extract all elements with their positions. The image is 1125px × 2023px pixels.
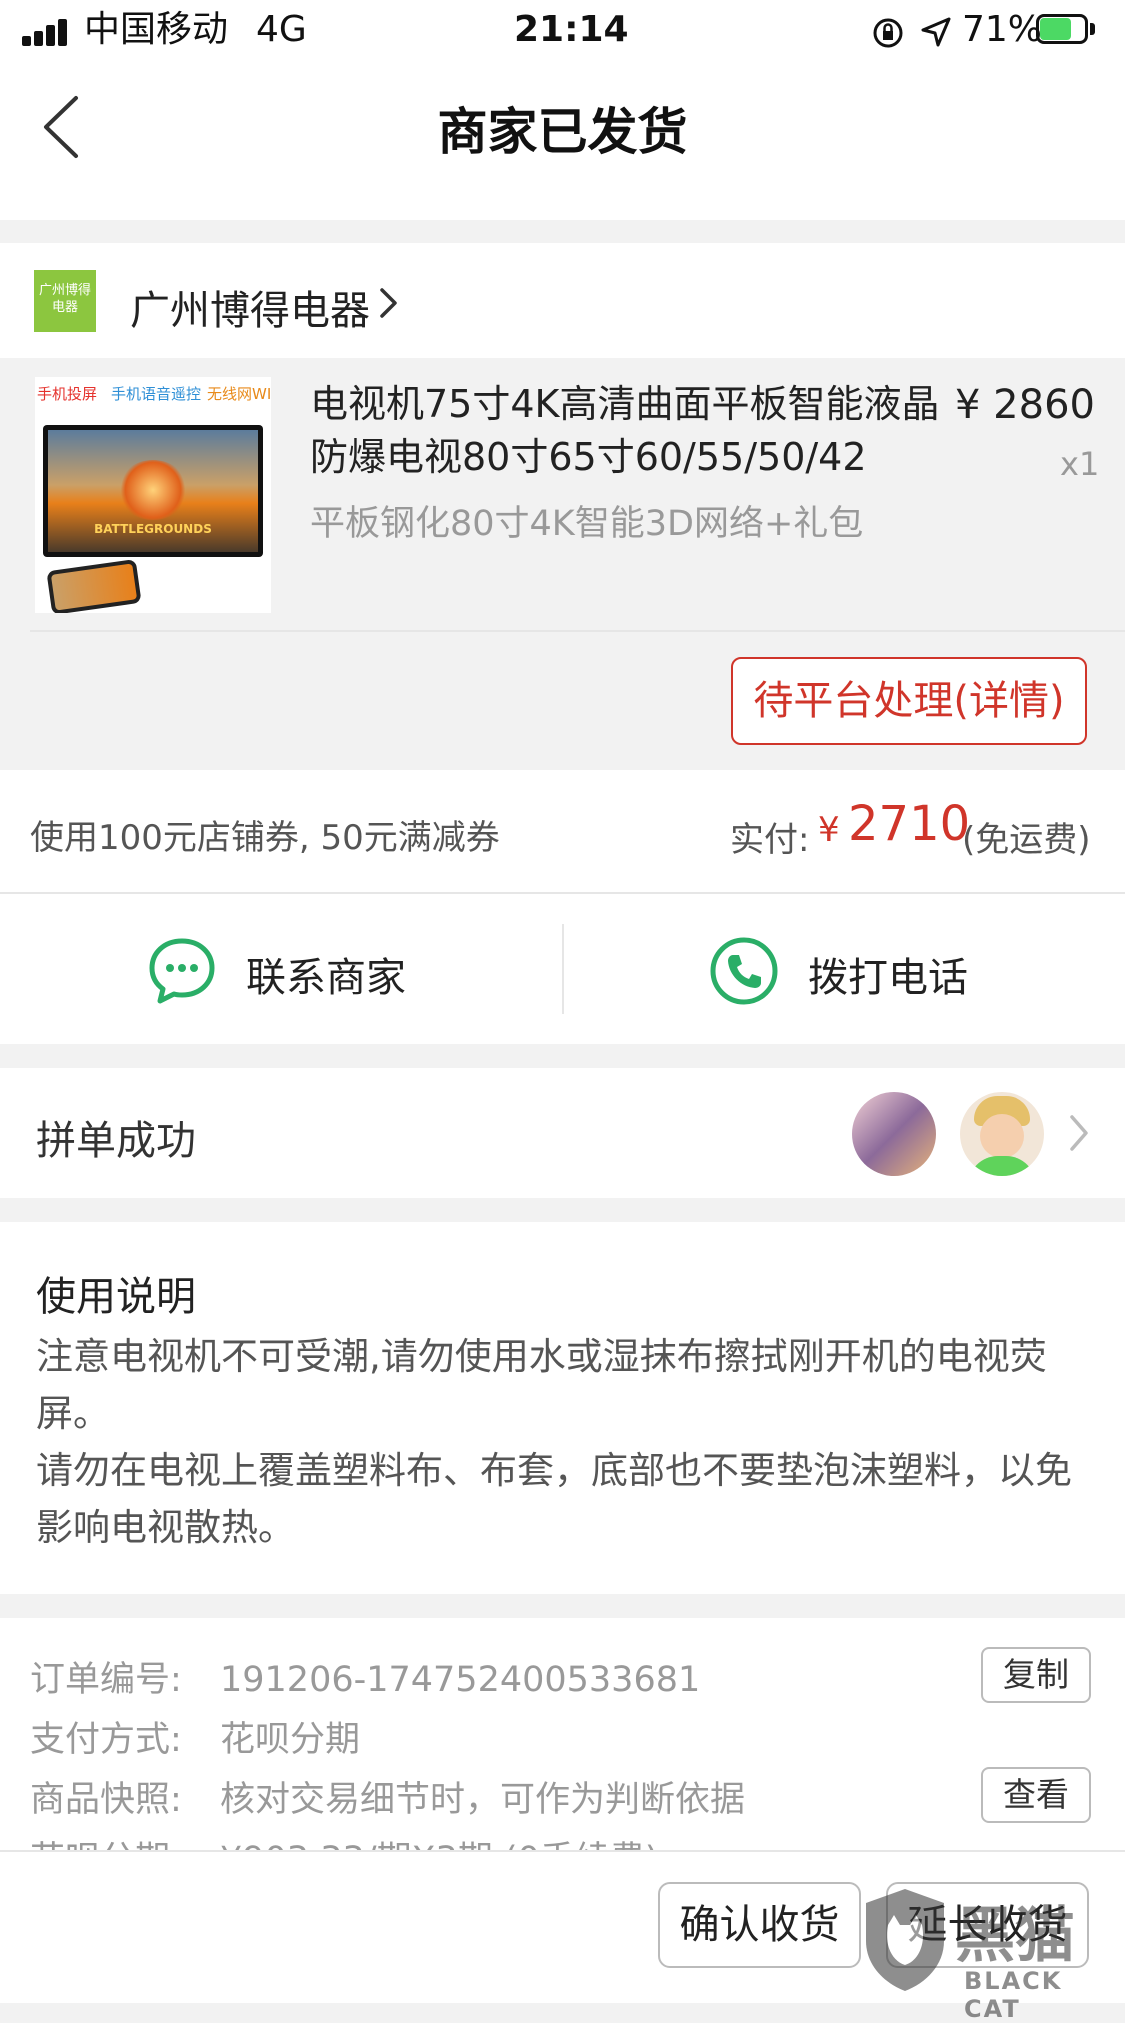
status-detail-button[interactable]: 待平台处理(详情) bbox=[731, 657, 1087, 745]
instructions-body: 注意电视机不可受潮,请勿使用水或湿抹布擦拭刚开机的电视荧屏。 请勿在电视上覆盖塑… bbox=[36, 1328, 1096, 1556]
battery-percent: 71% bbox=[962, 9, 1043, 50]
tv-frame: BATTLEGROUNDS bbox=[43, 425, 263, 557]
product-title[interactable]: 电视机75寸4K高清曲面平板智能液晶防爆电视80寸65寸60/55/50/42 bbox=[310, 378, 950, 484]
chevron-right-icon bbox=[1070, 1115, 1088, 1151]
product-price: ¥ 2860 bbox=[955, 382, 1095, 428]
battery-icon bbox=[1036, 14, 1096, 46]
contact-merchant-label: 联系商家 bbox=[246, 955, 406, 1001]
product-quantity: x1 bbox=[1060, 445, 1100, 483]
thumb-tag: 无线网WIFI bbox=[207, 385, 271, 403]
instructions-title: 使用说明 bbox=[36, 1274, 196, 1320]
payment-method-row: 支付方式: 花呗分期 bbox=[30, 1711, 360, 1762]
paid-amount: 2710 bbox=[848, 796, 971, 852]
group-success-label: 拼单成功 bbox=[36, 1118, 196, 1164]
shop-name[interactable]: 广州博得电器 bbox=[130, 278, 370, 336]
copy-button[interactable]: 复制 bbox=[981, 1647, 1091, 1703]
product-thumbnail[interactable]: 手机投屏 手机语音遥控 无线网WIFI BATTLEGROUNDS bbox=[35, 377, 271, 613]
instruction-line: 请勿在电视上覆盖塑料布、布套，底部也不要垫泡沫塑料，以免影响电视散热。 bbox=[36, 1449, 1072, 1549]
snapshot-text: 核对交易细节时，可作为判断依据 bbox=[220, 1780, 746, 1820]
network-type: 4G bbox=[256, 9, 307, 50]
divider bbox=[30, 630, 1125, 632]
product-spec: 平板钢化80寸4K智能3D网络+礼包 bbox=[310, 504, 864, 544]
payment-method: 花呗分期 bbox=[220, 1720, 361, 1760]
thumb-tag: 手机投屏 bbox=[37, 385, 98, 403]
page-title: 商家已发货 bbox=[437, 103, 688, 161]
thumb-tag: 手机语音遥控 bbox=[111, 385, 202, 403]
confirm-receipt-button[interactable]: 确认收货 bbox=[658, 1882, 861, 1968]
rotation-lock-icon bbox=[873, 18, 903, 48]
avatar[interactable] bbox=[960, 1092, 1044, 1176]
view-snapshot-button[interactable]: 查看 bbox=[981, 1767, 1091, 1823]
paid-currency: ¥ bbox=[818, 810, 840, 850]
clock: 21:14 bbox=[514, 9, 629, 50]
instruction-line: 注意电视机不可受潮,请勿使用水或湿抹布擦拭刚开机的电视荧屏。 bbox=[36, 1335, 1047, 1435]
order-number-label: 订单编号: bbox=[30, 1660, 182, 1700]
chat-bubble-icon bbox=[149, 938, 215, 1004]
call-phone-label: 拨打电话 bbox=[808, 955, 968, 1001]
location-arrow-icon bbox=[921, 17, 951, 47]
tv-screen: BATTLEGROUNDS bbox=[48, 430, 258, 552]
phone-in-hand bbox=[46, 558, 142, 613]
snapshot-row: 商品快照: 核对交易细节时，可作为判断依据 bbox=[30, 1771, 745, 1822]
shipping-note: (免运费) bbox=[962, 820, 1091, 860]
paid-label: 实付: bbox=[730, 820, 810, 860]
thumb-game-title: BATTLEGROUNDS bbox=[94, 522, 212, 536]
carrier-name: 中国移动 bbox=[84, 9, 229, 50]
avatar[interactable] bbox=[852, 1092, 936, 1176]
coupon-text: 使用100元店铺券, 50元满减券 bbox=[30, 818, 500, 858]
order-number: 191206-174752400533681 bbox=[220, 1660, 701, 1700]
extend-receipt-button[interactable]: 延长收货 bbox=[886, 1882, 1089, 1968]
snapshot-label: 商品快照: bbox=[30, 1780, 182, 1820]
payment-method-label: 支付方式: bbox=[30, 1720, 182, 1760]
signal-icon bbox=[22, 18, 72, 46]
phone-icon bbox=[710, 937, 778, 1005]
chevron-right-icon bbox=[380, 288, 397, 318]
order-number-row: 订单编号: 191206-174752400533681 bbox=[30, 1651, 700, 1702]
shop-logo: 广州博得电器 bbox=[34, 270, 96, 332]
